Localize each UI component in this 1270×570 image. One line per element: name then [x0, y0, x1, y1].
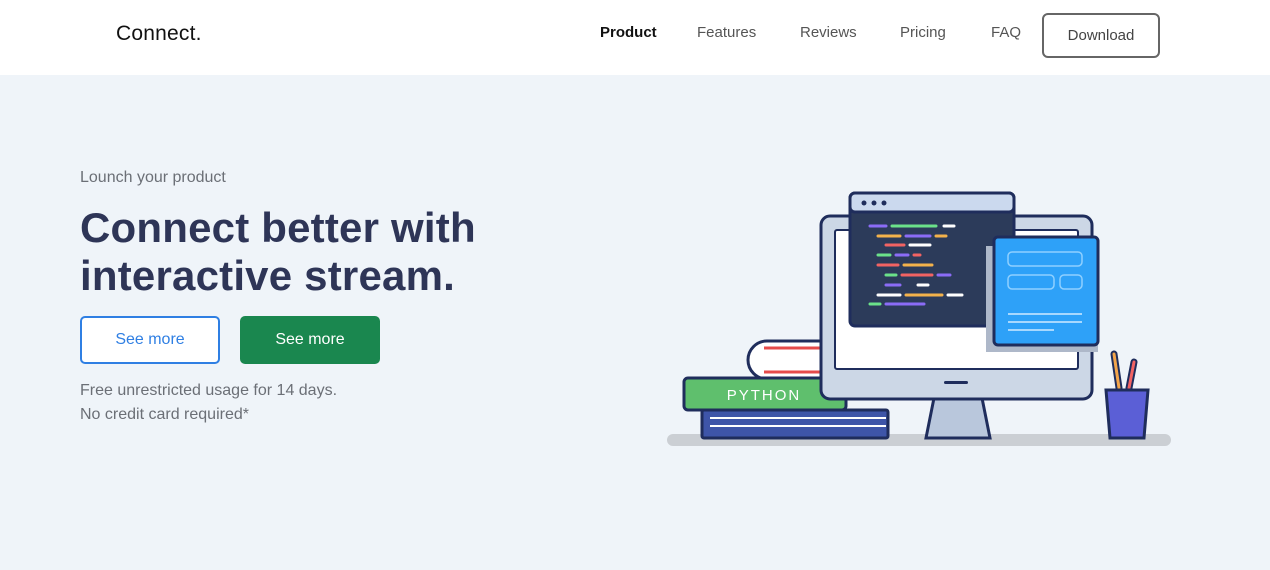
hero-illustration: PYTHON [667, 191, 1171, 446]
nav-item-faq[interactable]: FAQ [991, 24, 1021, 41]
form-panel [986, 235, 1100, 352]
download-button[interactable]: Download [1042, 13, 1160, 58]
pencil-cup [1104, 350, 1150, 440]
hero-headline: Connect better with interactive stream. [80, 204, 476, 300]
trial-note-line-2: No credit card required* [80, 406, 249, 423]
nav-item-product[interactable]: Product [600, 24, 657, 41]
nav-item-pricing[interactable]: Pricing [900, 24, 946, 41]
see-more-outline-button[interactable]: See more [80, 316, 220, 364]
nav-item-reviews[interactable]: Reviews [800, 24, 857, 41]
headline-line-1: Connect better with [80, 204, 476, 251]
hero-eyebrow: Lounch your product [80, 169, 226, 186]
top-header: Connect. Product Features Reviews Pricin… [0, 0, 1270, 75]
book-label: PYTHON [727, 387, 802, 404]
trial-note-line-1: Free unrestricted usage for 14 days. [80, 382, 338, 399]
headline-line-2: interactive stream. [80, 252, 455, 299]
logo[interactable]: Connect. [116, 22, 202, 46]
nav-item-features[interactable]: Features [697, 24, 756, 41]
see-more-solid-button[interactable]: See more [240, 316, 380, 364]
